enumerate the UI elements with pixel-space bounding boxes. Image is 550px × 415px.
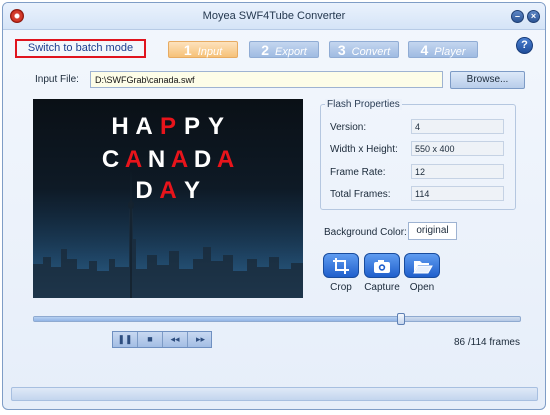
input-file-field[interactable] [90,71,443,88]
step-number: 4 [420,42,429,58]
greeting-letter: D [135,177,153,204]
flash-properties-panel: Flash Properties Version: 4 Width x Heig… [320,99,516,210]
step-export-tab[interactable]: 2 Export [249,41,319,58]
step-label: Convert [351,46,391,58]
folder-open-icon [413,261,433,274]
prop-row-dimensions: Width x Height: 550 x 400 [330,141,510,157]
prop-label: Frame Rate: [330,167,386,178]
greeting-letter: A [216,146,235,173]
prop-value: 114 [411,186,504,201]
window-title: Moyea SWF4Tube Converter [202,10,346,22]
flash-properties-title: Flash Properties [325,99,402,110]
prop-label: Total Frames: [330,189,391,200]
greeting-letter: P [183,113,200,140]
input-file-row: Input File: Browse... [3,70,545,90]
step-input-tab[interactable]: 1 Input [168,41,238,58]
greeting-letter: N [147,146,166,173]
stop-button[interactable]: ■ [138,332,163,347]
crop-icon [333,258,349,274]
status-bar [11,387,538,401]
prop-row-total-frames: Total Frames: 114 [330,186,510,202]
prop-value: 4 [411,119,504,134]
crop-button[interactable] [323,253,359,278]
prop-row-frame-rate: Frame Rate: 12 [330,164,510,180]
step-number: 2 [261,42,269,58]
forward-button[interactable]: ▸▸ [188,332,213,347]
camera-icon [374,260,390,273]
capture-button[interactable] [364,253,400,278]
greeting-letter: Y [183,177,200,204]
greeting-letter: P [159,113,176,140]
seek-progress [34,317,401,321]
pause-button[interactable]: ❚❚ [113,332,138,347]
browse-button[interactable]: Browse... [450,71,525,89]
video-preview: HAPPYCANADADAY [33,99,303,298]
step-label: Player [434,46,466,58]
background-color-select[interactable]: original [408,222,457,240]
prop-value: 12 [411,164,504,179]
close-button[interactable]: × [527,10,540,23]
greeting-letter: Y [207,113,224,140]
greeting-letter: A [170,146,189,173]
step-label: Input [197,46,223,58]
background-color-label: Background Color: [324,227,407,238]
greeting-letter: A [124,146,143,173]
greeting-letter: H [111,113,129,140]
prop-value: 550 x 400 [411,141,504,156]
prop-row-version: Version: 4 [330,119,510,135]
step-player-tab[interactable]: 4 Player [408,41,478,58]
step-label: Export [275,46,307,58]
title-bar: Moyea SWF4Tube Converter – × [3,3,545,30]
minimize-button[interactable]: – [511,10,524,23]
prop-label: Version: [330,122,367,133]
greeting-letter: D [193,146,212,173]
step-number: 3 [337,42,346,58]
seek-slider[interactable] [33,313,521,325]
greeting-letter: A [159,177,177,204]
app-window: Moyea SWF4Tube Converter – × Switch to b… [2,2,546,410]
open-label: Open [409,282,435,293]
greeting-letter: A [135,113,153,140]
frame-counter: 86 /114 frames [454,337,520,348]
seek-thumb[interactable] [396,313,405,325]
playback-controls: ❚❚ ■ ◂◂ ▸▸ [112,331,212,348]
open-button[interactable] [404,253,440,278]
step-number: 1 [183,42,192,58]
input-file-label: Input File: [35,74,79,85]
greeting-letter: C [101,146,120,173]
step-convert-tab[interactable]: 3 Convert [329,41,399,58]
switch-batch-mode-button[interactable]: Switch to batch mode [15,39,146,58]
help-button[interactable]: ? [516,37,533,54]
step-toolbar: Switch to batch mode 1 Input 2 Export 3 Con… [3,30,545,63]
rewind-button[interactable]: ◂◂ [163,332,188,347]
prop-label: Width x Height: [330,144,398,155]
